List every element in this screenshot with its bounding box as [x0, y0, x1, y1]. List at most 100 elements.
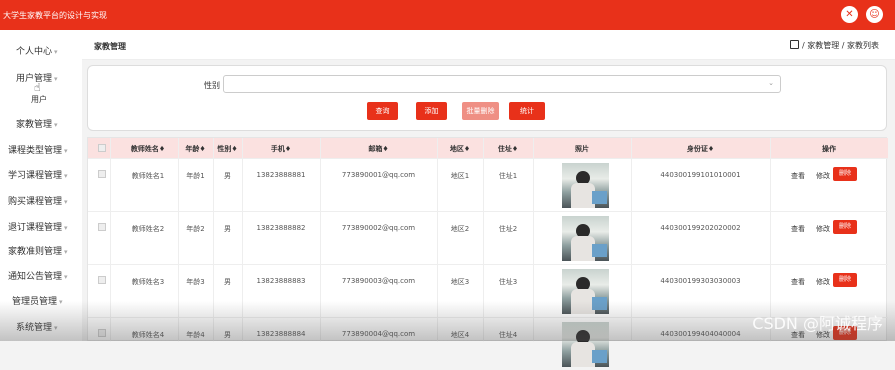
- row-checkbox[interactable]: [98, 276, 106, 284]
- sidebar-item-unsubscribe-course-management[interactable]: 退订课程管理 ▾: [8, 220, 90, 233]
- add-button[interactable]: 添加: [416, 102, 447, 120]
- sidebar-item-tutor-rules-management[interactable]: 家教准则管理 ▾: [8, 244, 90, 257]
- cell-name: 教师姓名2: [131, 225, 165, 233]
- top-bar: 大学生家教平台的设计与实现 ✕ ☺: [0, 0, 895, 30]
- column-header-address[interactable]: 住址♦: [483, 144, 533, 154]
- chevron-down-icon: ▾: [54, 75, 58, 83]
- chevron-down-icon: ▾: [64, 172, 68, 180]
- view-link[interactable]: 查看: [791, 277, 805, 287]
- sidebar-item-label: 家教准则管理: [8, 247, 63, 257]
- cell-age: 年龄4: [186, 331, 205, 339]
- chevron-down-icon: ▾: [54, 121, 58, 129]
- teacher-photo[interactable]: [562, 269, 609, 314]
- teacher-photo[interactable]: [562, 322, 609, 367]
- row-checkbox[interactable]: [98, 329, 106, 337]
- sidebar-item-label: 系统管理: [16, 323, 53, 333]
- breadcrumb: / 家教管理 / 家教列表: [789, 40, 879, 51]
- cell-email: 773890001@qq.com: [341, 171, 416, 179]
- batch-delete-button[interactable]: 批量删除: [462, 102, 499, 120]
- chevron-down-icon: ▾: [64, 273, 68, 281]
- row-checkbox[interactable]: [98, 170, 106, 178]
- cell-phone: 13823888881: [256, 171, 306, 179]
- sidebar-item-course-type-management[interactable]: 课程类型管理 ▾: [8, 143, 90, 156]
- column-header-name[interactable]: 教师姓名♦: [118, 144, 178, 154]
- chevron-down-icon: ⌄: [768, 79, 774, 87]
- cell-name: 教师姓名1: [131, 172, 165, 180]
- column-header-phone[interactable]: 手机♦: [242, 144, 320, 154]
- chevron-down-icon: ▾: [64, 224, 68, 232]
- column-header-age[interactable]: 年龄♦: [178, 144, 213, 154]
- chevron-down-icon: ▾: [54, 48, 58, 56]
- sidebar-item-purchase-course-management[interactable]: 购买课程管理 ▾: [8, 194, 90, 207]
- sidebar-item-label: 家教管理: [16, 120, 53, 130]
- sidebar-item-tutor-management[interactable]: 家教管理 ▾: [16, 117, 98, 130]
- cell-age: 年龄3: [186, 278, 205, 286]
- table-row: 教师姓名2 年龄2 男 13823888882 773890002@qq.com…: [88, 211, 888, 264]
- cell-address: 住址3: [498, 278, 518, 286]
- gender-label: 性别: [204, 81, 220, 90]
- sidebar-item-label: 个人中心: [16, 47, 53, 57]
- column-header-region[interactable]: 地区♦: [437, 144, 483, 154]
- cell-age: 年龄1: [186, 172, 205, 180]
- cell-name: 教师姓名4: [131, 331, 165, 339]
- app-title: 大学生家教平台的设计与实现: [3, 11, 107, 20]
- close-icon[interactable]: ✕: [841, 6, 858, 23]
- csdn-watermark: CSDN @阿诚程序: [752, 314, 883, 333]
- sidebar-subitem-user[interactable]: 用户: [31, 94, 47, 105]
- cell-phone: 13823888883: [256, 277, 306, 285]
- cell-address: 住址2: [498, 225, 518, 233]
- sidebar-item-label: 学习课程管理: [8, 171, 63, 181]
- chevron-down-icon: ▾: [64, 147, 68, 155]
- cell-id-card: 440300199101010001: [660, 171, 741, 179]
- hand-cursor-icon: ☝: [34, 81, 41, 94]
- cell-phone: 13823888882: [256, 224, 306, 232]
- query-button[interactable]: 查询: [367, 102, 398, 120]
- cell-name: 教师姓名3: [131, 278, 165, 286]
- home-icon[interactable]: [789, 40, 799, 49]
- row-checkbox[interactable]: [98, 223, 106, 231]
- chevron-down-icon: ▾: [64, 248, 68, 256]
- sidebar-item-notice-management[interactable]: 通知公告管理 ▾: [8, 269, 90, 282]
- sidebar-item-admin-management[interactable]: 管理员管理 ▾: [12, 294, 94, 307]
- sidebar-item-system-management[interactable]: 系统管理 ▾: [16, 320, 98, 333]
- edit-link[interactable]: 修改: [816, 171, 830, 181]
- edit-link[interactable]: 修改: [816, 277, 830, 287]
- column-header-id-card[interactable]: 身份证♦: [631, 144, 770, 154]
- delete-button[interactable]: 删除: [833, 273, 857, 287]
- select-all-checkbox[interactable]: [98, 144, 106, 152]
- delete-button[interactable]: 删除: [833, 220, 857, 234]
- view-link[interactable]: 查看: [791, 171, 805, 181]
- sidebar-item-label: 管理员管理: [12, 297, 58, 307]
- delete-button[interactable]: 删除: [833, 167, 857, 181]
- column-header-email[interactable]: 邮箱♦: [320, 144, 437, 154]
- teacher-photo[interactable]: [562, 163, 609, 208]
- column-header-actions: 操作: [822, 145, 836, 153]
- cell-address: 住址1: [498, 172, 518, 180]
- sidebar-item-label: 购买课程管理: [8, 197, 63, 207]
- cell-id-card: 440300199303030003: [660, 277, 741, 285]
- sidebar-item-study-course-management[interactable]: 学习课程管理 ▾: [8, 168, 90, 181]
- column-header-gender[interactable]: 性别♦: [213, 144, 242, 154]
- sidebar-item-user-management[interactable]: 用户管理 ▾: [16, 71, 98, 84]
- cell-gender: 男: [224, 172, 231, 180]
- sidebar-item-label: 课程类型管理: [8, 146, 63, 156]
- sidebar-item-label: 退订课程管理: [8, 223, 63, 233]
- cell-email: 773890002@qq.com: [341, 224, 416, 232]
- chevron-down-icon: ▾: [64, 198, 68, 206]
- stats-button[interactable]: 统计: [509, 102, 545, 120]
- chevron-down-icon: ▾: [59, 298, 63, 306]
- breadcrumb-text[interactable]: / 家教管理 / 家教列表: [802, 41, 879, 50]
- teacher-photo[interactable]: [562, 216, 609, 261]
- view-link[interactable]: 查看: [791, 224, 805, 234]
- cell-region: 地区2: [450, 225, 470, 233]
- column-header-photo: 照片: [575, 145, 589, 153]
- cell-region: 地区3: [450, 278, 470, 286]
- page-title: 家教管理: [94, 42, 126, 51]
- cell-gender: 男: [224, 278, 231, 286]
- edit-link[interactable]: 修改: [816, 224, 830, 234]
- gender-select[interactable]: ⌄: [223, 75, 781, 93]
- cell-address: 住址4: [498, 331, 518, 339]
- cell-gender: 男: [224, 331, 231, 339]
- user-icon[interactable]: ☺: [866, 6, 883, 23]
- search-panel: 性别 ⌄ 查询 添加 批量删除 统计: [87, 65, 887, 131]
